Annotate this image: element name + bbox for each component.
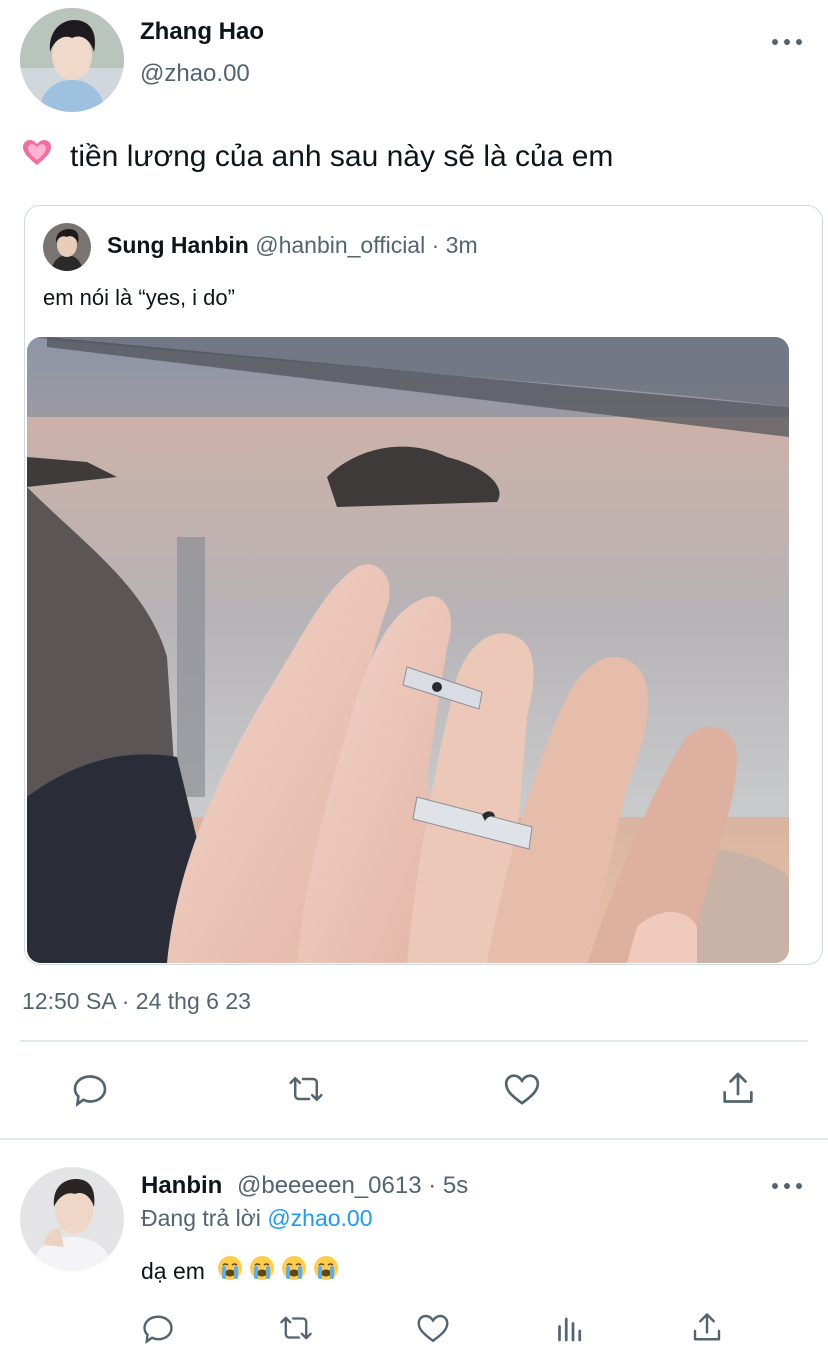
replying-to: Đang trả lời @zhao.00 bbox=[141, 1205, 373, 1232]
reply-author-handle[interactable]: @beeeeen_0613 bbox=[237, 1172, 422, 1199]
quoted-tweet-card[interactable]: Sung Hanbin @hanbin_official · 3m em nói… bbox=[24, 205, 823, 965]
retweet-icon[interactable] bbox=[286, 1069, 326, 1109]
reply-retweet-icon[interactable] bbox=[276, 1308, 316, 1348]
quoted-time-separator: · bbox=[425, 232, 446, 258]
quoted-author-handle[interactable]: @hanbin_official bbox=[255, 232, 425, 258]
tweet-text: tiền lương của anh sau này sẽ là của em bbox=[22, 138, 613, 176]
analytics-icon[interactable] bbox=[550, 1308, 590, 1348]
reply-author-meta: @beeeeen_0613 · 5s bbox=[237, 1172, 468, 1200]
growing-heart-emoji-icon bbox=[22, 138, 52, 176]
reply-icon[interactable] bbox=[70, 1069, 110, 1109]
reply-text-body: dạ em bbox=[141, 1257, 205, 1284]
quoted-tweet-time: 3m bbox=[445, 232, 478, 258]
replying-to-mention[interactable]: @zhao.00 bbox=[267, 1205, 372, 1231]
tweet-text-body: tiền lương của anh sau này sẽ là của em bbox=[70, 140, 614, 173]
couple-rings-photo[interactable] bbox=[27, 337, 789, 963]
author-handle[interactable]: @zhao.00 bbox=[140, 60, 250, 88]
more-options-icon[interactable] bbox=[772, 36, 802, 48]
divider bbox=[0, 1138, 828, 1140]
loudly-crying-face-icon bbox=[217, 1255, 243, 1287]
reply-share-icon[interactable] bbox=[687, 1308, 727, 1348]
tweet-timestamp[interactable]: 12:50 SA · 24 thg 6 23 bbox=[22, 988, 251, 1015]
reply-like-icon[interactable] bbox=[413, 1308, 453, 1348]
loudly-crying-face-icon bbox=[281, 1255, 307, 1287]
quoted-tweet-text: em nói là “yes, i do” bbox=[43, 285, 235, 310]
like-icon[interactable] bbox=[502, 1069, 542, 1109]
reply-more-options-icon[interactable] bbox=[772, 1180, 802, 1192]
reply-author-name[interactable]: Hanbin bbox=[141, 1172, 222, 1200]
quoted-author-avatar[interactable] bbox=[43, 223, 91, 271]
divider bbox=[20, 1040, 808, 1042]
reply-time[interactable]: 5s bbox=[443, 1172, 468, 1199]
loudly-crying-face-icon bbox=[313, 1255, 339, 1287]
reply-author-avatar[interactable] bbox=[20, 1167, 124, 1271]
share-icon[interactable] bbox=[718, 1069, 758, 1109]
author-avatar[interactable] bbox=[20, 8, 124, 112]
quoted-author-name[interactable]: Sung Hanbin bbox=[107, 232, 249, 258]
reply-reply-icon[interactable] bbox=[138, 1308, 178, 1348]
quoted-tweet-header: Sung Hanbin @hanbin_official · 3m bbox=[107, 232, 478, 259]
reply-time-separator: · bbox=[421, 1172, 443, 1199]
author-name[interactable]: Zhang Hao bbox=[140, 18, 264, 46]
replying-to-label: Đang trả lời bbox=[141, 1205, 268, 1231]
loudly-crying-face-icon bbox=[249, 1255, 275, 1287]
reply-text: dạ em bbox=[141, 1255, 339, 1287]
